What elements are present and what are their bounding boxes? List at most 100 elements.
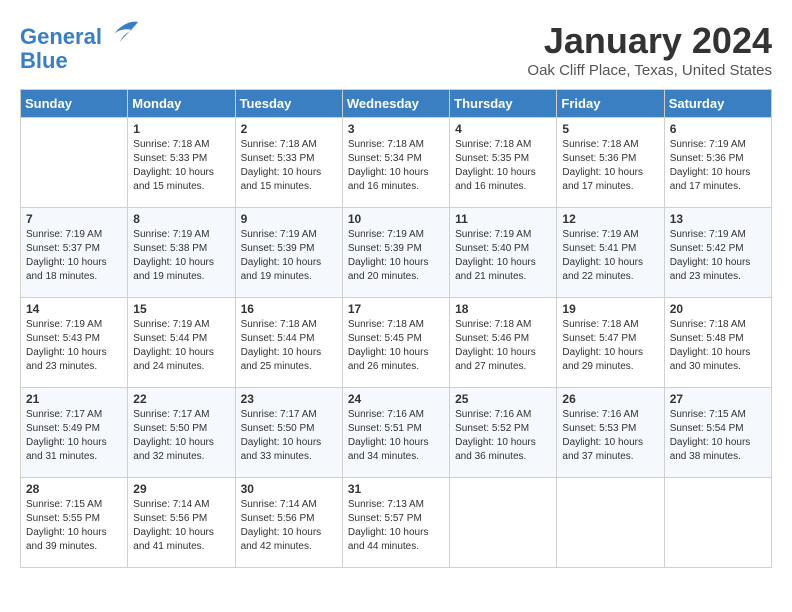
- day-info: Sunrise: 7:18 AMSunset: 5:46 PMDaylight:…: [455, 318, 551, 374]
- day-number: 3: [348, 122, 444, 136]
- logo-blue: Blue: [20, 49, 140, 73]
- day-number: 22: [133, 392, 229, 406]
- day-info: Sunrise: 7:19 AMSunset: 5:38 PMDaylight:…: [133, 228, 229, 284]
- calendar-cell: 29Sunrise: 7:14 AMSunset: 5:56 PMDayligh…: [128, 478, 235, 568]
- day-number: 27: [670, 392, 766, 406]
- weekday-row: SundayMondayTuesdayWednesdayThursdayFrid…: [21, 90, 772, 118]
- calendar-cell: 20Sunrise: 7:18 AMSunset: 5:48 PMDayligh…: [664, 298, 771, 388]
- weekday-header-tuesday: Tuesday: [235, 90, 342, 118]
- week-row-1: 1 Sunrise: 7:18 AMSunset: 5:33 PMDaylight…: [21, 118, 772, 208]
- weekday-header-saturday: Saturday: [664, 90, 771, 118]
- day-info: Sunrise: 7:18 AMSunset: 5:44 PMDaylight:…: [241, 318, 337, 374]
- day-number: 6: [670, 122, 766, 136]
- day-info: Sunrise: 7:15 AMSunset: 5:54 PMDaylight:…: [670, 408, 766, 464]
- calendar-header: SundayMondayTuesdayWednesdayThursdayFrid…: [21, 90, 772, 118]
- day-info: Sunrise: 7:17 AMSunset: 5:50 PMDaylight:…: [133, 408, 229, 464]
- calendar-cell: 19 Sunrise: 7:18 AMSunset: 5:47 PMDayligh…: [557, 298, 664, 388]
- day-number: 10: [348, 212, 444, 226]
- week-row-4: 21Sunrise: 7:17 AMSunset: 5:49 PMDayligh…: [21, 388, 772, 478]
- day-info: Sunrise: 7:16 AMSunset: 5:53 PMDaylight:…: [562, 408, 658, 464]
- weekday-header-monday: Monday: [128, 90, 235, 118]
- calendar-title: January 2024: [527, 20, 772, 62]
- day-info: Sunrise: 7:18 AMSunset: 5:34 PMDaylight:…: [348, 138, 444, 194]
- day-number: 4: [455, 122, 551, 136]
- day-number: 19: [562, 302, 658, 316]
- calendar-cell: 1Sunrise: 7:18 AMSunset: 5:33 PMDaylight…: [128, 118, 235, 208]
- calendar-cell: 2 Sunrise: 7:18 AMSunset: 5:33 PMDaylight…: [235, 118, 342, 208]
- logo-text: General: [20, 20, 140, 49]
- day-info: Sunrise: 7:18 AMSunset: 5:33 PMDaylight:…: [241, 138, 337, 194]
- day-info: Sunrise: 7:19 AMSunset: 5:40 PMDaylight:…: [455, 228, 551, 284]
- logo: General Blue: [20, 20, 140, 73]
- day-info: Sunrise: 7:19 AMSunset: 5:44 PMDaylight:…: [133, 318, 229, 374]
- week-row-3: 14Sunrise: 7:19 AMSunset: 5:43 PMDayligh…: [21, 298, 772, 388]
- calendar-cell: 24 Sunrise: 7:16 AMSunset: 5:51 PMDayligh…: [342, 388, 449, 478]
- day-info: Sunrise: 7:19 AMSunset: 5:41 PMDaylight:…: [562, 228, 658, 284]
- day-info: Sunrise: 7:18 AMSunset: 5:47 PMDaylight:…: [562, 318, 658, 374]
- day-info: Sunrise: 7:13 AMSunset: 5:57 PMDaylight:…: [348, 498, 444, 554]
- weekday-header-wednesday: Wednesday: [342, 90, 449, 118]
- day-number: 23: [241, 392, 337, 406]
- day-info: Sunrise: 7:16 AMSunset: 5:51 PMDaylight:…: [348, 408, 444, 464]
- day-number: 20: [670, 302, 766, 316]
- day-info: Sunrise: 7:18 AMSunset: 5:36 PMDaylight:…: [562, 138, 658, 194]
- calendar-cell: 5 Sunrise: 7:18 AMSunset: 5:36 PMDaylight…: [557, 118, 664, 208]
- calendar-cell: 7 Sunrise: 7:19 AMSunset: 5:37 PMDaylight…: [21, 208, 128, 298]
- calendar-cell: 6 Sunrise: 7:19 AMSunset: 5:36 PMDaylight…: [664, 118, 771, 208]
- day-info: Sunrise: 7:19 AMSunset: 5:42 PMDaylight:…: [670, 228, 766, 284]
- day-number: 2: [241, 122, 337, 136]
- calendar-cell: 28Sunrise: 7:15 AMSunset: 5:55 PMDayligh…: [21, 478, 128, 568]
- calendar-cell: 11Sunrise: 7:19 AMSunset: 5:40 PMDayligh…: [450, 208, 557, 298]
- calendar-cell: 13 Sunrise: 7:19 AMSunset: 5:42 PMDayligh…: [664, 208, 771, 298]
- calendar-cell: 22 Sunrise: 7:17 AMSunset: 5:50 PMDayligh…: [128, 388, 235, 478]
- calendar-cell: 18 Sunrise: 7:18 AMSunset: 5:46 PMDayligh…: [450, 298, 557, 388]
- calendar-cell: 9Sunrise: 7:19 AMSunset: 5:39 PMDaylight…: [235, 208, 342, 298]
- weekday-header-friday: Friday: [557, 90, 664, 118]
- day-number: 13: [670, 212, 766, 226]
- day-number: 5: [562, 122, 658, 136]
- calendar-cell: 16Sunrise: 7:18 AMSunset: 5:44 PMDayligh…: [235, 298, 342, 388]
- day-number: 25: [455, 392, 551, 406]
- day-number: 18: [455, 302, 551, 316]
- day-number: 17: [348, 302, 444, 316]
- calendar-cell: 25 Sunrise: 7:16 AMSunset: 5:52 PMDayligh…: [450, 388, 557, 478]
- calendar-table: SundayMondayTuesdayWednesdayThursdayFrid…: [20, 89, 772, 568]
- calendar-cell: 27 Sunrise: 7:15 AMSunset: 5:54 PMDayligh…: [664, 388, 771, 478]
- calendar-cell: [664, 478, 771, 568]
- weekday-header-sunday: Sunday: [21, 90, 128, 118]
- calendar-cell: 3 Sunrise: 7:18 AMSunset: 5:34 PMDaylight…: [342, 118, 449, 208]
- day-info: Sunrise: 7:17 AMSunset: 5:49 PMDaylight:…: [26, 408, 122, 464]
- day-number: 7: [26, 212, 122, 226]
- calendar-cell: 12 Sunrise: 7:19 AMSunset: 5:41 PMDayligh…: [557, 208, 664, 298]
- calendar-cell: 30Sunrise: 7:14 AMSunset: 5:56 PMDayligh…: [235, 478, 342, 568]
- day-number: 8: [133, 212, 229, 226]
- day-number: 24: [348, 392, 444, 406]
- calendar-cell: [557, 478, 664, 568]
- day-info: Sunrise: 7:19 AMSunset: 5:37 PMDaylight:…: [26, 228, 122, 284]
- day-number: 1: [133, 122, 229, 136]
- calendar-subtitle: Oak Cliff Place, Texas, United States: [527, 62, 772, 79]
- day-info: Sunrise: 7:19 AMSunset: 5:39 PMDaylight:…: [348, 228, 444, 284]
- calendar-cell: 31Sunrise: 7:13 AMSunset: 5:57 PMDayligh…: [342, 478, 449, 568]
- day-number: 9: [241, 212, 337, 226]
- day-info: Sunrise: 7:14 AMSunset: 5:56 PMDaylight:…: [133, 498, 229, 554]
- day-info: Sunrise: 7:19 AMSunset: 5:36 PMDaylight:…: [670, 138, 766, 194]
- weekday-header-thursday: Thursday: [450, 90, 557, 118]
- page-header: General Blue January 2024 Oak Cliff Plac…: [20, 20, 772, 79]
- calendar-body: 1 Sunrise: 7:18 AMSunset: 5:33 PMDaylight…: [21, 118, 772, 568]
- day-number: 26: [562, 392, 658, 406]
- week-row-2: 7 Sunrise: 7:19 AMSunset: 5:37 PMDaylight…: [21, 208, 772, 298]
- calendar-cell: [450, 478, 557, 568]
- day-info: Sunrise: 7:14 AMSunset: 5:56 PMDaylight:…: [241, 498, 337, 554]
- calendar-cell: 4Sunrise: 7:18 AMSunset: 5:35 PMDaylight…: [450, 118, 557, 208]
- day-number: 15: [133, 302, 229, 316]
- logo-general: General: [20, 24, 102, 49]
- calendar-cell: 10 Sunrise: 7:19 AMSunset: 5:39 PMDayligh…: [342, 208, 449, 298]
- day-number: 14: [26, 302, 122, 316]
- logo-bird-icon: [110, 20, 140, 44]
- title-block: January 2024 Oak Cliff Place, Texas, Uni…: [527, 20, 772, 79]
- calendar-cell: 15 Sunrise: 7:19 AMSunset: 5:44 PMDayligh…: [128, 298, 235, 388]
- day-info: Sunrise: 7:16 AMSunset: 5:52 PMDaylight:…: [455, 408, 551, 464]
- calendar-cell: 14Sunrise: 7:19 AMSunset: 5:43 PMDayligh…: [21, 298, 128, 388]
- day-number: 12: [562, 212, 658, 226]
